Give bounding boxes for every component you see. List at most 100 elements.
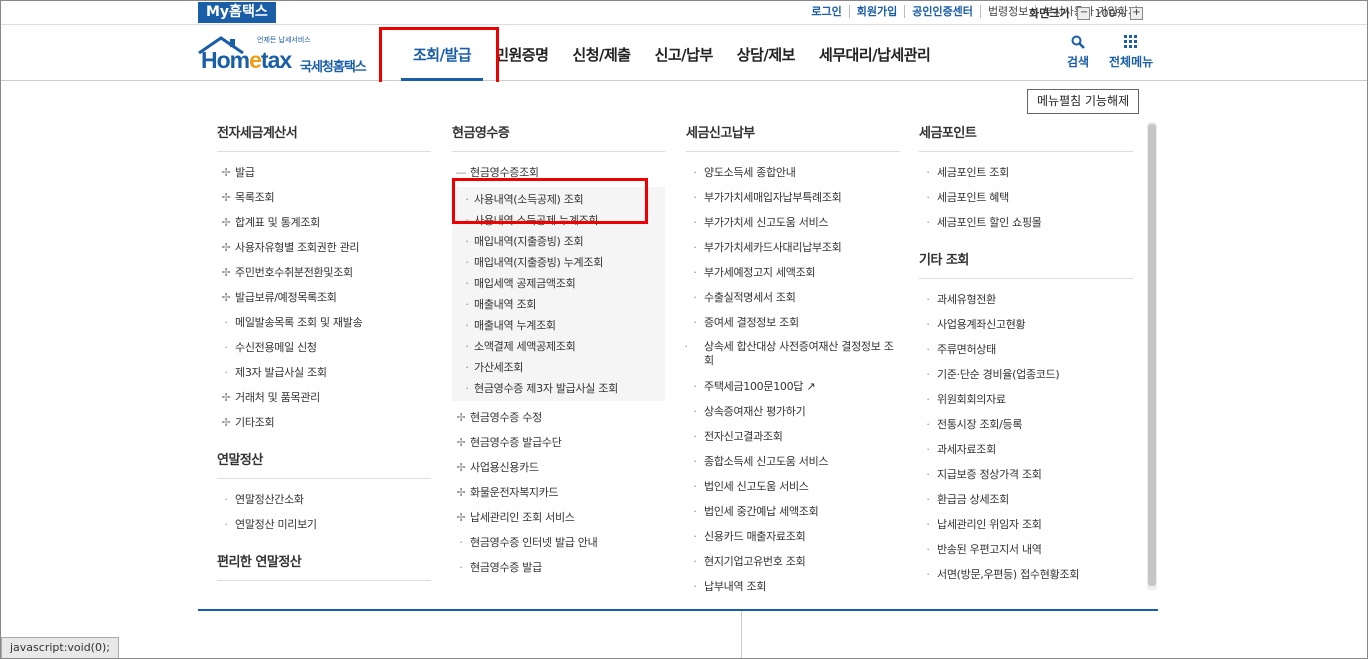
bullet-icon: · — [465, 235, 469, 248]
menu-item[interactable]: · 종합소득세 신고도움 서비스 — [686, 449, 900, 474]
submenu-item[interactable]: · 매입내역(지출증빙) 누계조회 — [452, 252, 665, 273]
menu-item[interactable]: · 법인세 신고도움 서비스 — [686, 474, 900, 499]
menu-item[interactable]: ✢ 발급보류/예정목록조회 — [217, 285, 431, 310]
menu-item[interactable]: · 양도소득세 종합안내 — [686, 160, 900, 185]
menu-item[interactable]: · 전통시장 조회/등록 — [919, 412, 1133, 437]
menu-item[interactable]: · 법인세 중간예납 세액조회 — [686, 499, 900, 524]
site-header: 언제든 납세서비스 Hometax 국세청홈택스 조회/발급 민원증명 신청/제… — [1, 25, 1367, 81]
submenu-item[interactable]: · 현금영수증 제3자 발급사실 조회 — [452, 378, 665, 399]
menu-scrollbar[interactable] — [1147, 122, 1157, 590]
menu-item[interactable]: · 세금포인트 혜택 — [919, 185, 1133, 210]
bullet-icon: · — [465, 319, 469, 332]
my-hometax-button[interactable]: My홈택스 — [198, 2, 276, 23]
menu-item[interactable]: · 현금영수증 인터넷 발급 안내 — [452, 530, 665, 555]
menu-column-tax-point: 세금포인트 · 세금포인트 조회 · 세금포인트 혜택 · 세금포인트 할인 쇼핑몰 … — [919, 122, 1133, 587]
menu-item[interactable]: ✢ 사용자유형별 조회권한 관리 — [217, 235, 431, 260]
bullet-icon: · — [465, 277, 469, 290]
bullet-icon: · — [693, 291, 697, 304]
menu-item[interactable]: · 연말정산 미리보기 — [217, 512, 431, 537]
zoom-out-button[interactable]: − — [1077, 6, 1091, 20]
menu-item[interactable]: · 연말정산간소화 — [217, 487, 431, 512]
menu-item[interactable]: · 수신전용메일 신청 — [217, 335, 431, 360]
zoom-control: 화면크기 − 100% + — [1029, 5, 1143, 21]
menu-item[interactable]: ✢ 사업용신용카드 — [452, 455, 665, 480]
law-info-link[interactable]: 법령정보 — [979, 5, 1035, 18]
bullet-icon: · — [926, 468, 930, 481]
cert-center-link[interactable]: 공인인증센터 — [904, 5, 980, 18]
bullet-icon: · — [926, 293, 930, 306]
menu-item[interactable]: · 위원회회의자료 — [919, 387, 1133, 412]
submenu-item[interactable]: · 매입내역(지출증빙) 조회 — [452, 231, 665, 252]
menu-item[interactable]: · 세금포인트 조회 — [919, 160, 1133, 185]
submenu-item[interactable]: · 매입세액 공제금액조회 — [452, 273, 665, 294]
bullet-icon: · — [693, 480, 697, 493]
hometax-logo[interactable]: 언제든 납세서비스 Hometax 국세청홈택스 — [197, 33, 377, 75]
bullet-icon: · — [459, 536, 463, 549]
menu-item[interactable]: · 상속세 합산대상 사전증여재산 결정정보 조회 — [684, 335, 900, 374]
menu-item[interactable]: · 반송된 우편고지서 내역 — [919, 537, 1133, 562]
menu-item[interactable]: ✢ 현금영수증 발급수단 — [452, 430, 665, 455]
plus-icon: ✢ — [456, 511, 466, 524]
menu-item[interactable]: · 기준·단순 경비율(업종코드) — [919, 362, 1133, 387]
menu-item[interactable]: ✢ 목록조회 — [217, 185, 431, 210]
column-title: 세금포인트 — [919, 122, 1133, 152]
menu-item[interactable]: · 전자신고결과조회 — [686, 424, 900, 449]
menu-item[interactable]: ✢ 납세관리인 조회 서비스 — [452, 505, 665, 530]
menu-item[interactable]: ✢ 발급 — [217, 160, 431, 185]
menu-item[interactable]: · 세금포인트 할인 쇼핑몰 — [919, 210, 1133, 235]
bullet-icon: · — [693, 455, 697, 468]
menu-item[interactable]: · 납세관리인 위임자 조회 — [919, 512, 1133, 537]
menu-item[interactable]: · 서면(방문,우편등) 접수현황조회 — [919, 562, 1133, 587]
all-menu-button[interactable]: 전체메뉴 — [1109, 35, 1153, 70]
column-section-title: 기타 조회 — [919, 249, 1133, 279]
submenu-item[interactable]: · 가산세조회 — [452, 357, 665, 378]
menu-item[interactable]: · 주택세금100문100답 ↗ — [686, 374, 900, 399]
bullet-icon: · — [926, 518, 930, 531]
login-link[interactable]: 로그인 — [804, 5, 848, 18]
menu-expand-disable-button[interactable]: 메뉴펼침 기능해제 — [1027, 89, 1140, 114]
menu-item[interactable]: · 증여세 결정정보 조회 — [686, 310, 900, 335]
gnb-report-payment[interactable]: 신고/납부 — [643, 25, 725, 81]
menu-item[interactable]: · 부가가치세 신고도움 서비스 — [686, 210, 900, 235]
page-content-behind — [1, 593, 1367, 658]
menu-item[interactable]: · 상속증여재산 평가하기 — [686, 399, 900, 424]
menu-scrollbar-thumb[interactable] — [1148, 124, 1156, 586]
menu-item[interactable]: ✢ 화물운전자복지카드 — [452, 480, 665, 505]
menu-item[interactable]: · 현금영수증 발급 — [452, 555, 665, 580]
menu-item[interactable]: · 과세유형전환 — [919, 287, 1133, 312]
menu-item[interactable]: ✢ 주민번호수취분전환및조회 — [217, 260, 431, 285]
menu-item[interactable]: · 부가세예정고지 세액조회 — [686, 260, 900, 285]
menu-item[interactable]: · 신용카드 매출자료조회 — [686, 524, 900, 549]
menu-item[interactable]: · 현지기업고유번호 조회 — [686, 549, 900, 574]
submenu-item[interactable]: · 매출내역 누계조회 — [452, 315, 665, 336]
menu-item[interactable]: · 메일발송목록 조회 및 재발송 — [217, 310, 431, 335]
submenu-item[interactable]: · 매출내역 조회 — [452, 294, 665, 315]
zoom-in-button[interactable]: + — [1129, 6, 1143, 20]
menu-item[interactable]: · 부가가치세매입자납부특례조회 — [686, 185, 900, 210]
menu-item[interactable]: · 지급보증 정상가격 조회 — [919, 462, 1133, 487]
bullet-icon: · — [926, 368, 930, 381]
signup-link[interactable]: 회원가입 — [848, 5, 904, 18]
menu-item[interactable]: · 부가가치세카드사대리납부조회 — [686, 235, 900, 260]
menu-item[interactable]: ✢ 현금영수증 수정 — [452, 405, 665, 430]
plus-icon: ✢ — [456, 436, 466, 449]
menu-item[interactable]: · 제3자 발급사실 조회 — [217, 360, 431, 385]
menu-item[interactable]: · 주류면허상태 — [919, 337, 1133, 362]
menu-item[interactable]: · 수출실적명세서 조회 — [686, 285, 900, 310]
menu-item[interactable]: ✢ 합계표 및 통계조회 — [217, 210, 431, 235]
menu-item[interactable]: ✢ 거래처 및 품목관리 — [217, 385, 431, 410]
plus-icon: ✢ — [221, 191, 231, 204]
submenu-item[interactable]: · 소액결제 세액공제조회 — [452, 336, 665, 357]
logo-korean-name: 국세청홈택스 — [300, 60, 367, 75]
gnb-tax-agent[interactable]: 세무대리/납세관리 — [807, 25, 942, 81]
menu-item[interactable]: ✢ 기타조회 — [217, 410, 431, 435]
grid-icon — [1124, 35, 1138, 48]
search-button[interactable]: 검색 — [1067, 35, 1089, 70]
gnb-consult-report[interactable]: 상담/제보 — [725, 25, 807, 81]
plus-icon: ✢ — [221, 216, 231, 229]
plus-icon: ✢ — [221, 166, 231, 179]
menu-item[interactable]: · 사업용계좌신고현황 — [919, 312, 1133, 337]
menu-item[interactable]: · 환급금 상세조회 — [919, 487, 1133, 512]
gnb-application-submit[interactable]: 신청/제출 — [560, 25, 642, 81]
menu-item[interactable]: · 과세자료조회 — [919, 437, 1133, 462]
